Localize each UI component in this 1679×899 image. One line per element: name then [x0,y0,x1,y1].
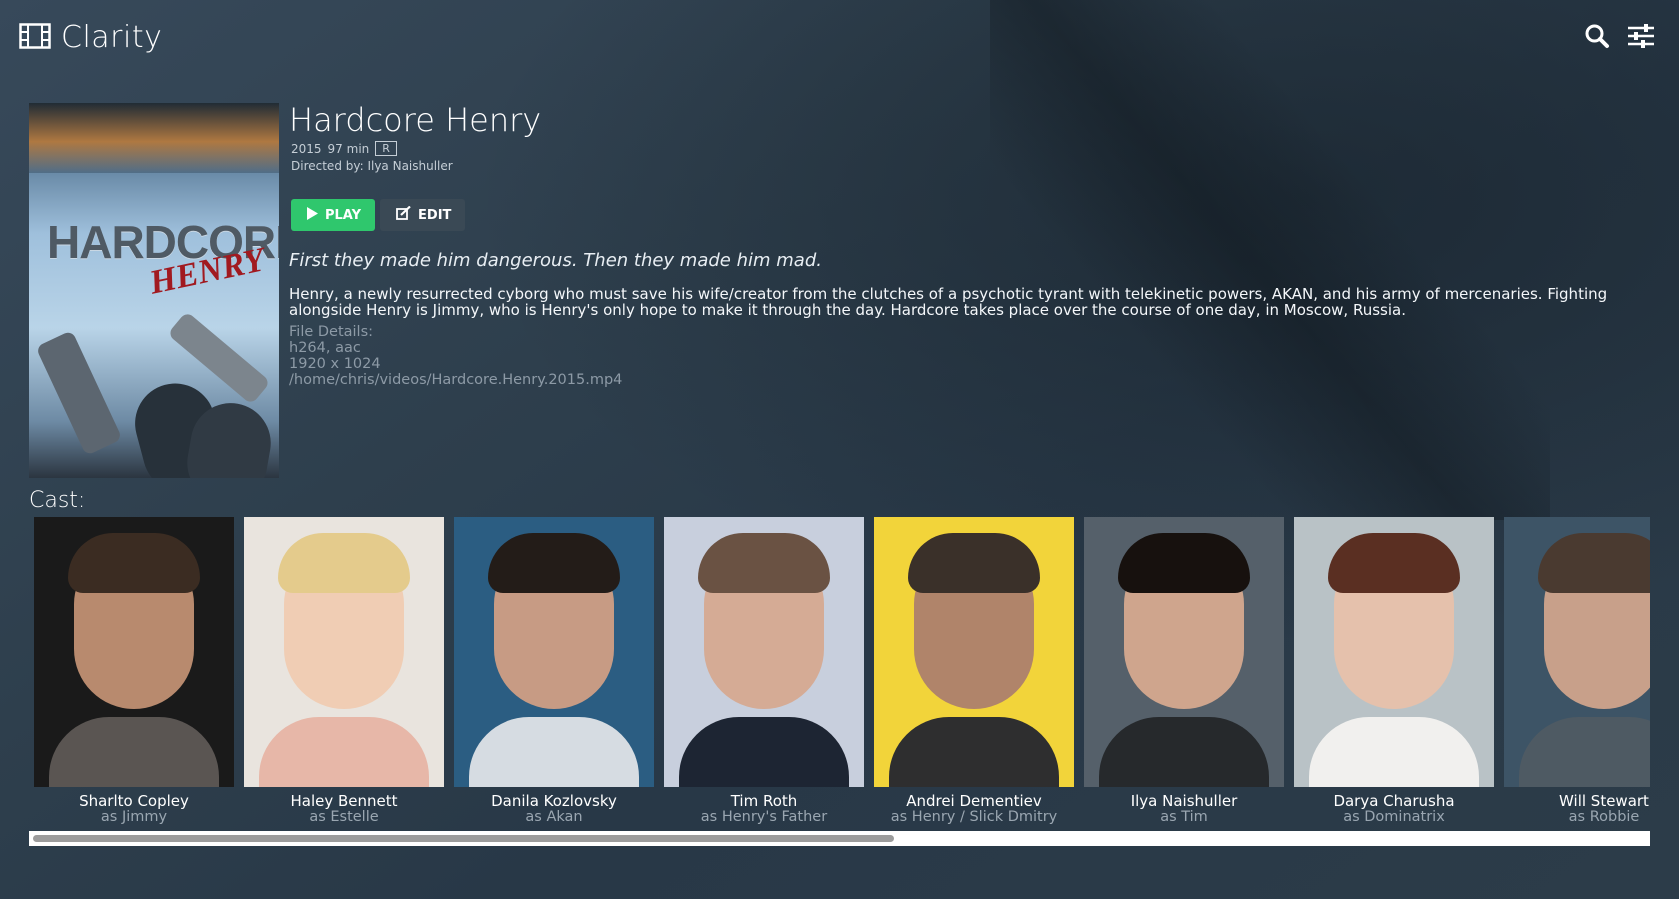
app-name: Clarity [61,20,163,55]
cast-photo [1294,517,1494,787]
cast-name: Haley Bennett [290,792,398,810]
file-path: /home/chris/videos/Hardcore.Henry.2015.m… [289,372,623,388]
cast-name: Andrei Dementiev [906,792,1042,810]
movie-year: 2015 [291,141,322,156]
file-codecs: h264, aac [289,340,361,356]
cast-card[interactable]: Haley Bennett as Estelle [244,517,444,829]
cast-photo [874,517,1074,787]
rating-badge: R [375,141,397,156]
edit-button[interactable]: EDIT [380,199,466,231]
cast-card[interactable]: Sharlto Copley as Jimmy [34,517,234,829]
edit-icon [396,205,411,224]
movie-title: Hardcore Henry [289,101,542,139]
cast-card[interactable]: Darya Charusha as Dominatrix [1294,517,1494,829]
cast-card[interactable]: Tim Roth as Henry's Father [664,517,864,829]
cast-card[interactable]: Andrei Dementiev as Henry / Slick Dmitry [874,517,1074,829]
cast-name: Tim Roth [730,792,798,810]
file-details: File Details: h264, aac 1920 x 1024 /hom… [289,324,622,388]
app-brand[interactable]: Clarity [19,20,162,55]
cast-photo [34,517,234,787]
cast-card[interactable]: Ilya Naishuller as Tim [1084,517,1284,829]
movie-meta: 2015 97 min R [291,141,397,156]
cast-role: as Henry's Father [700,809,828,825]
search-icon[interactable] [1583,22,1611,50]
cast-name: Darya Charusha [1333,792,1455,810]
scroll-thumb[interactable] [33,835,894,842]
cast-name: Ilya Naishuller [1130,792,1238,810]
cast-role: as Tim [1160,809,1208,825]
cast-role: as Robbie [1568,809,1640,825]
sliders-icon[interactable] [1627,22,1655,50]
cast-role: as Henry / Slick Dmitry [890,809,1058,825]
cast-scrollbar[interactable] [29,831,1650,846]
cast-photo [1084,517,1284,787]
file-details-label: File Details: [289,324,374,340]
film-icon [19,22,51,53]
cast-heading: Cast: [29,488,86,513]
movie-tagline: First they made him dangerous. Then they… [289,250,822,271]
movie-director: Directed by: Ilya Naishuller [291,159,453,173]
cast-photo [454,517,654,787]
movie-runtime: 97 min [327,141,370,156]
cast-photo [244,517,444,787]
cast-photo [664,517,864,787]
cast-card[interactable]: Will Stewart as Robbie [1504,517,1650,829]
cast-name: Will Stewart [1559,792,1649,810]
file-resolution: 1920 x 1024 [289,356,381,372]
cast-role: as Akan [525,809,583,825]
cast-list[interactable]: Sharlto Copley as Jimmy Haley Bennett as… [29,517,1650,829]
cast-role: as Estelle [309,809,379,825]
cast-card[interactable]: Danila Kozlovsky as Akan [454,517,654,829]
movie-overview: Henry, a newly resurrected cyborg who mu… [289,285,1608,319]
cast-role: as Dominatrix [1343,809,1445,825]
play-button[interactable]: PLAY [291,199,376,231]
cast-name: Sharlto Copley [79,792,189,810]
cast-photo [1504,517,1650,787]
play-label: PLAY [325,207,362,223]
cast-role: as Jimmy [100,809,168,825]
cast-name: Danila Kozlovsky [491,792,617,810]
top-bar: Clarity [0,0,1679,70]
edit-label: EDIT [418,207,452,223]
movie-poster: HARDCORE HENRY [29,103,279,478]
play-icon [307,206,318,224]
